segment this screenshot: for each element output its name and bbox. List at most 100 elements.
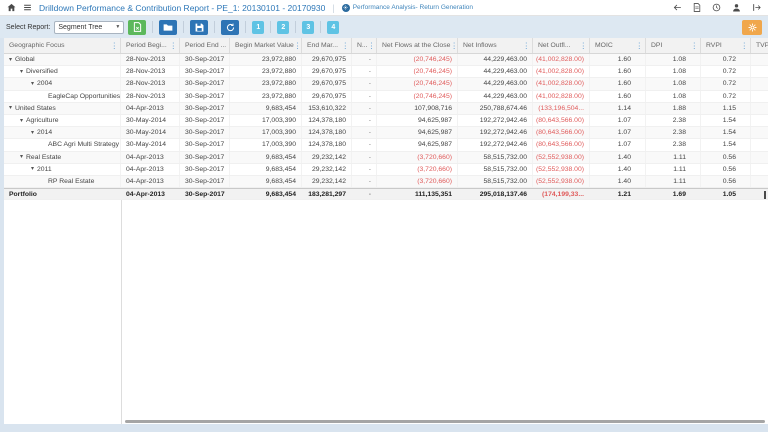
table-row[interactable]: ▾Agriculture30-May-201430-Sep-201717,003… [4,115,768,127]
cell-value: 29,232,142 [312,154,346,161]
cell-value: 04-Apr-2013 [126,178,164,185]
cell-value: 30-Sep-2017 [185,129,224,136]
cell-moic: 1.60 [590,54,646,65]
cell-dpi: 1.08 [646,91,701,102]
tree-collapse-icon[interactable]: ▾ [9,57,12,63]
table-row[interactable]: ▾Global28-Nov-201330-Sep-201723,972,8802… [4,54,768,66]
page-button-4[interactable]: 4 [327,21,339,34]
column-menu-icon[interactable]: ⋮ [691,42,699,50]
column-header-net_flows[interactable]: Net Flows at the Close⋮ [377,38,458,53]
select-report-label: Select Report: [6,24,50,31]
cell-rvpi: 1.54 [701,115,751,126]
table-row[interactable]: ▾201430-May-201430-Sep-201717,003,390124… [4,127,768,139]
column-menu-icon[interactable]: ⋮ [342,42,350,50]
settings-button[interactable] [742,20,762,35]
cell-value: 30-May-2014 [126,141,166,148]
column-header-net_outflows[interactable]: Net Outfl... ⋮ [533,38,590,53]
cell-net_outflows: (41,002,828.00) [533,54,590,65]
column-menu-icon[interactable]: ⋮ [636,42,644,50]
tree-collapse-icon[interactable]: ▾ [20,154,23,160]
horizontal-scrollbar[interactable] [125,420,765,423]
cell-value: 1.54 [723,117,736,124]
cell-net_inflows: 44,229,463.00 [458,66,533,77]
column-header-end_mv[interactable]: End Mar...⋮ [302,38,352,53]
cell-value: (133,196,504... [538,105,584,112]
page-button-1[interactable]: 1 [252,21,264,34]
column-menu-icon[interactable]: ⋮ [368,42,376,50]
table-row[interactable]: EagleCap Opportunities28-Nov-201330-Sep-… [4,91,768,103]
column-menu-icon[interactable]: ⋮ [450,42,458,50]
column-header-net_inflows[interactable]: Net Inflows⋮ [458,38,533,53]
column-header-period_begin[interactable]: Period Begi...⋮ [121,38,180,53]
cell-focus: ▾Real Estate [4,152,121,163]
cell-tvpi [751,139,768,150]
column-header-period_end[interactable]: Period End ...⋮ [180,38,230,53]
cell-value: 04-Apr-2013 [126,166,164,173]
tree-collapse-icon[interactable]: ▾ [31,130,34,136]
portfolio-total-row[interactable]: Portfolio04-Apr-201330-Sep-20179,683,454… [4,188,768,200]
column-menu-icon[interactable]: ⋮ [580,42,588,50]
cell-value: 1.60 [618,68,631,75]
column-header-dpi[interactable]: DPI⋮ [646,38,701,53]
save-button[interactable] [190,20,208,35]
cell-value: 124,378,180 [308,141,346,148]
page-button-2[interactable]: 2 [277,21,289,34]
column-menu-icon[interactable]: ⋮ [170,42,178,50]
table-row[interactable]: ▾United States04-Apr-201330-Sep-20179,68… [4,103,768,115]
cell-net_flows: (3,720,660) [377,176,458,187]
context-badge[interactable]: Performance Analysis- Return Generation [342,4,473,12]
history-icon[interactable] [712,3,721,12]
column-header-n[interactable]: N...⋮ [352,38,377,53]
column-label: Net Outfl... [538,42,570,49]
column-header-begin_mv[interactable]: Begin Market Value⋮ [230,38,302,53]
cell-net_inflows: 192,272,942.46 [458,127,533,138]
column-header-tvpi[interactable]: TVPI⋮ [751,38,768,53]
column-header-moic[interactable]: MOIC⋮ [590,38,646,53]
cell-value: 1.11 [673,154,686,161]
cell-period_begin: 30-May-2014 [121,115,180,126]
cell-value: 44,229,463.00 [484,56,527,63]
folder-button[interactable] [159,20,177,35]
cell-value: 30-Sep-2017 [185,178,224,185]
home-icon[interactable] [7,3,16,12]
cell-net_flows: 94,625,987 [377,127,458,138]
table-row[interactable]: ▾201104-Apr-201330-Sep-20179,683,45429,2… [4,164,768,176]
refresh-button[interactable] [221,20,239,35]
tree-collapse-icon[interactable]: ▾ [9,105,12,111]
export-file-button[interactable] [128,20,146,35]
tree-collapse-icon[interactable]: ▾ [31,166,34,172]
title-separator: | [332,3,334,13]
column-menu-icon[interactable]: ⋮ [111,42,119,50]
cell-value: 1.11 [673,178,686,185]
column-menu-icon[interactable]: ⋮ [294,42,302,50]
column-header-focus[interactable]: Geographic Focus⋮ [4,38,121,53]
user-icon[interactable] [732,3,741,12]
table-row[interactable]: ▾Diversified28-Nov-201330-Sep-201723,972… [4,66,768,78]
table-row[interactable]: ▾200428-Nov-201330-Sep-201723,972,88029,… [4,78,768,90]
column-label: Net Flows at the Close [382,42,450,49]
cell-net_outflows: (52,552,938.00) [533,176,590,187]
tree-collapse-icon[interactable]: ▾ [31,81,34,87]
table-row[interactable]: ABC Agri Multi Strategy30-May-201430-Sep… [4,139,768,151]
menu-icon[interactable] [23,3,32,12]
table-row[interactable]: ▾Real Estate04-Apr-201330-Sep-20179,683,… [4,152,768,164]
cell-value: 30-Sep-2017 [185,80,224,87]
cell-value: - [369,117,371,124]
column-header-rvpi[interactable]: RVPI⋮ [701,38,751,53]
cell-value: 0.72 [723,80,736,87]
column-menu-icon[interactable]: ⋮ [741,42,749,50]
report-select[interactable]: Segment Tree ▼ [54,21,124,34]
table-row[interactable]: RP Real Estate04-Apr-201330-Sep-20179,68… [4,176,768,188]
logout-icon[interactable] [752,3,761,12]
top-bar: Drilldown Performance & Contribution Rep… [0,0,768,16]
cell-period_begin: 30-May-2014 [121,127,180,138]
tree-collapse-icon[interactable]: ▾ [20,69,23,75]
back-arrow-icon[interactable] [673,3,682,12]
cell-value: 1.54 [723,129,736,136]
tree-collapse-icon[interactable]: ▾ [20,118,23,124]
page-button-3[interactable]: 3 [302,21,314,34]
cell-value: 1.05 [723,191,736,198]
column-menu-icon[interactable]: ⋮ [523,42,531,50]
report-icon[interactable] [693,3,701,12]
cell-value: - [369,178,371,185]
